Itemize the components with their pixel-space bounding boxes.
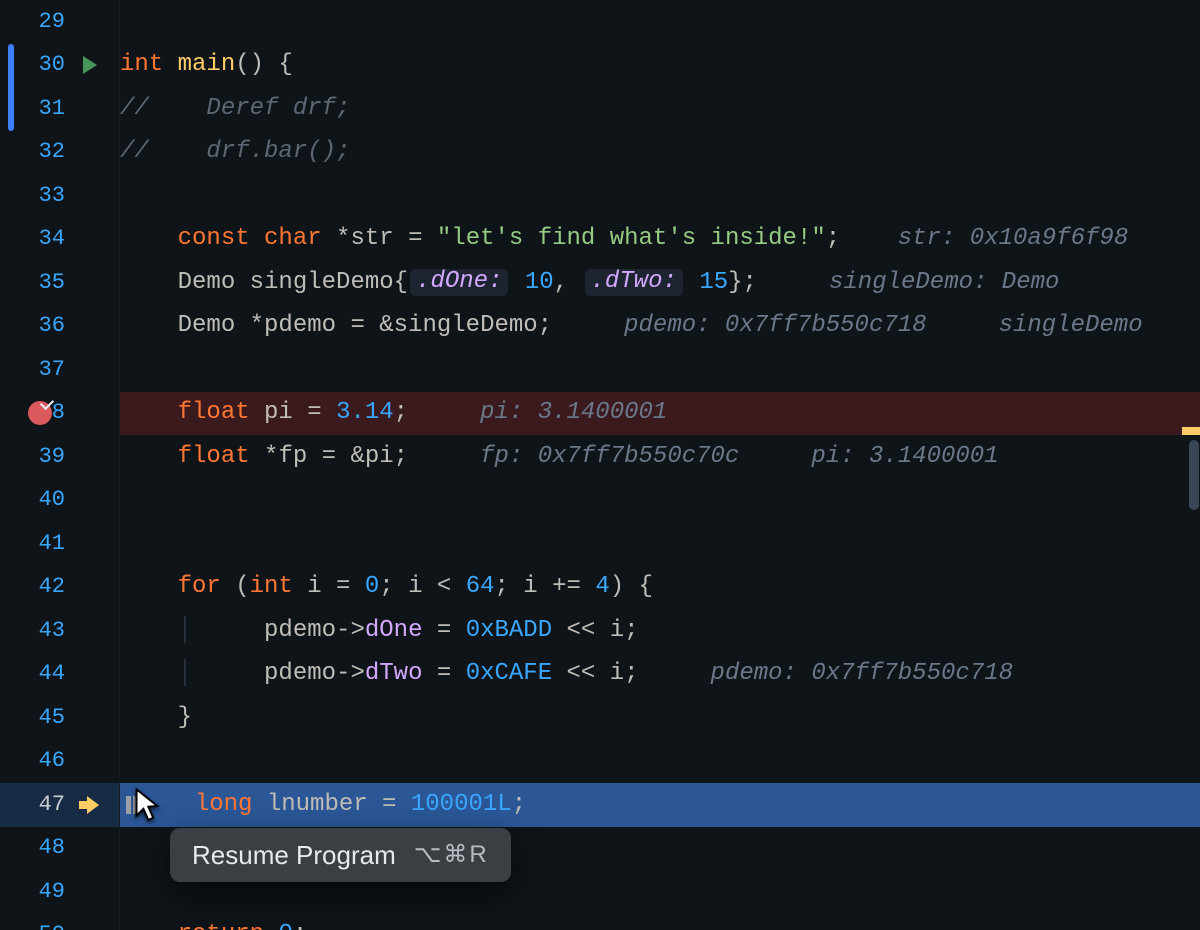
gutter-line[interactable]: 40	[0, 479, 119, 523]
line-number: 48	[29, 837, 65, 859]
line-number: 47	[29, 794, 65, 816]
gutter-line[interactable]: 41	[0, 522, 119, 566]
inline-debug-value: singleDemo: Demo	[757, 271, 1059, 295]
code-line[interactable]: return 0;	[120, 914, 1200, 930]
gutter-line[interactable]: 30	[0, 44, 119, 88]
parameter-hint: .dTwo:	[585, 269, 683, 296]
code-line[interactable]: }	[120, 696, 1200, 740]
resume-program-tooltip: Resume Program ⌥⌘R	[170, 828, 511, 882]
gutter-line[interactable]: 48	[0, 827, 119, 871]
code-line[interactable]: // Deref drf;	[120, 87, 1200, 131]
gutter-line[interactable]: 49	[0, 870, 119, 914]
line-number: 30	[29, 54, 65, 76]
code-line[interactable]	[120, 522, 1200, 566]
code-line[interactable]	[120, 0, 1200, 44]
code-line[interactable]: │ pdemo->dTwo = 0xCAFE << i; pdemo: 0x7f…	[120, 653, 1200, 697]
parameter-hint: .dOne:	[410, 269, 508, 296]
gutter-line[interactable]: 43	[0, 609, 119, 653]
gutter-line[interactable]: 31	[0, 87, 119, 131]
code-line[interactable]: for (int i = 0; i < 64; i += 4) {	[120, 566, 1200, 610]
line-number: 34	[29, 228, 65, 250]
tooltip-label: Resume Program	[192, 842, 396, 868]
line-number: 37	[29, 359, 65, 381]
line-number: 50	[29, 924, 65, 930]
code-editor: 29 30 31 32 33 34 35 36 37 38 39 40 41 42 43 44 45 46 47 48…	[0, 0, 1200, 930]
line-number: 43	[29, 620, 65, 642]
code-line[interactable]: float *fp = &pi; fp: 0x7ff7b550c70c pi: …	[120, 435, 1200, 479]
code-line[interactable]: // drf.bar();	[120, 131, 1200, 175]
mouse-cursor-icon	[135, 788, 163, 824]
gutter-line[interactable]: 32	[0, 131, 119, 175]
gutter-line[interactable]: 39	[0, 435, 119, 479]
code-line[interactable]: long lnumber = 100001L;	[120, 783, 1200, 827]
line-number: 31	[29, 98, 65, 120]
code-line[interactable]: Demo singleDemo{.dOne: 10, .dTwo: 15}; s…	[120, 261, 1200, 305]
line-number: 35	[29, 272, 65, 294]
line-number: 44	[29, 663, 65, 685]
line-number: 33	[29, 185, 65, 207]
code-line[interactable]	[120, 174, 1200, 218]
scroll-thumb[interactable]	[1189, 440, 1199, 510]
gutter-line[interactable]: 50	[0, 914, 119, 930]
code-area[interactable]: int main() {// Deref drf;// drf.bar(); c…	[120, 0, 1200, 930]
execution-pointer-icon	[79, 796, 101, 814]
line-number: 49	[29, 881, 65, 903]
line-number: 45	[29, 707, 65, 729]
gutter-line[interactable]: 35	[0, 261, 119, 305]
code-line[interactable]	[120, 740, 1200, 784]
scrollbar[interactable]	[1186, 0, 1200, 930]
inline-debug-value: str: 0x10a9f6f98	[840, 227, 1128, 251]
gutter-line[interactable]: 38	[0, 392, 119, 436]
inline-debug-value: pi: 3.1400001	[408, 401, 667, 425]
line-number: 41	[29, 533, 65, 555]
gutter-line[interactable]: 47	[0, 783, 119, 827]
tooltip-shortcut: ⌥⌘R	[414, 843, 489, 867]
code-line[interactable]	[120, 348, 1200, 392]
gutter-line[interactable]: 29	[0, 0, 119, 44]
run-gutter-icon[interactable]	[83, 56, 97, 74]
code-line[interactable]	[120, 479, 1200, 523]
gutter-line[interactable]: 33	[0, 174, 119, 218]
line-number: 40	[29, 489, 65, 511]
gutter-line[interactable]: 46	[0, 740, 119, 784]
code-line[interactable]: float pi = 3.14; pi: 3.1400001	[120, 392, 1200, 436]
code-line[interactable]: │ pdemo->dOne = 0xBADD << i;	[120, 609, 1200, 653]
gutter-line[interactable]: 45	[0, 696, 119, 740]
line-number: 32	[29, 141, 65, 163]
line-number: 46	[29, 750, 65, 772]
gutter-line[interactable]: 37	[0, 348, 119, 392]
gutter-line[interactable]: 34	[0, 218, 119, 262]
inline-debug-value: pdemo: 0x7ff7b550c718	[639, 662, 1013, 686]
inline-debug-value: pdemo: 0x7ff7b550c718 singleDemo	[552, 314, 1143, 338]
code-line[interactable]: Demo *pdemo = &singleDemo; pdemo: 0x7ff7…	[120, 305, 1200, 349]
line-number: 39	[29, 446, 65, 468]
line-number: 29	[29, 11, 65, 33]
gutter-line[interactable]: 36	[0, 305, 119, 349]
gutter-line[interactable]: 44	[0, 653, 119, 697]
inline-debug-value: fp: 0x7ff7b550c70c pi: 3.1400001	[408, 445, 999, 469]
line-number: 42	[29, 576, 65, 598]
code-line[interactable]: const char *str = "let's find what's ins…	[120, 218, 1200, 262]
gutter-line[interactable]: 42	[0, 566, 119, 610]
code-line[interactable]: int main() {	[120, 44, 1200, 88]
gutter[interactable]: 29 30 31 32 33 34 35 36 37 38 39 40 41 42 43 44 45 46 47 48…	[0, 0, 120, 930]
line-number: 36	[29, 315, 65, 337]
